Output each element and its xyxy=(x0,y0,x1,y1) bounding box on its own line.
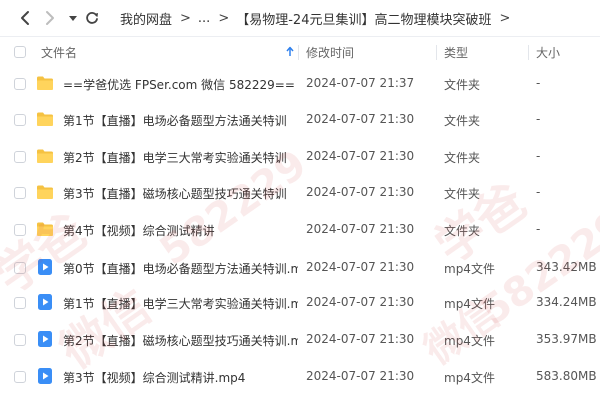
file-modified-time: 2024-07-07 21:30 xyxy=(306,369,415,383)
file-size: 353.97MB xyxy=(536,332,597,346)
folder-icon xyxy=(37,222,53,236)
file-type: mp4文件 xyxy=(444,334,495,348)
file-name[interactable]: 第0节【直播】电场必备题型方法通关特训.m... xyxy=(63,260,298,277)
file-modified-time: 2024-07-07 21:30 xyxy=(306,332,415,346)
video-file-icon xyxy=(38,294,52,310)
refresh-icon xyxy=(86,12,98,24)
file-modified-time: 2024-07-07 21:30 xyxy=(306,185,415,199)
file-type: mp4文件 xyxy=(444,262,495,276)
row-checkbox[interactable] xyxy=(14,297,26,309)
folder-icon xyxy=(37,112,53,126)
file-size: - xyxy=(536,185,541,199)
refresh-button[interactable] xyxy=(81,6,103,30)
file-row[interactable]: 第2节【直播】电学三大常考实验通关特训 2024-07-07 21:30 文件夹… xyxy=(0,139,600,175)
select-all-checkbox[interactable] xyxy=(14,46,26,58)
breadcrumb-separator: > xyxy=(218,10,230,26)
video-file-icon xyxy=(38,368,52,384)
file-size: - xyxy=(536,149,541,163)
file-type: 文件夹 xyxy=(444,187,481,201)
row-checkbox[interactable] xyxy=(14,371,26,383)
file-size: - xyxy=(536,112,541,126)
breadcrumb-ellipsis[interactable]: ... xyxy=(198,11,210,26)
column-header-time[interactable]: 修改时间 xyxy=(306,44,354,61)
video-file-icon xyxy=(38,331,52,347)
back-button[interactable] xyxy=(14,6,36,30)
file-row[interactable]: 第1节【直播】电场必备题型方法通关特训 2024-07-07 21:30 文件夹… xyxy=(0,102,600,138)
file-name[interactable]: 第2节【直播】磁场核心题型技巧通关特训.m... xyxy=(63,332,298,349)
breadcrumb-root[interactable]: 我的网盘 xyxy=(120,9,172,28)
file-modified-time: 2024-07-07 21:30 xyxy=(306,222,415,236)
row-checkbox[interactable] xyxy=(14,334,26,346)
file-row[interactable]: 第4节【视频】综合测试精讲 2024-07-07 21:30 文件夹 - xyxy=(0,212,600,248)
row-checkbox[interactable] xyxy=(14,114,26,126)
file-name[interactable]: 第2节【直播】电学三大常考实验通关特训 xyxy=(63,149,298,166)
row-checkbox[interactable] xyxy=(14,151,26,163)
folder-icon xyxy=(37,185,53,199)
forward-button[interactable] xyxy=(39,6,61,30)
file-name[interactable]: 第3节【视频】综合测试精讲.mp4 xyxy=(63,369,298,386)
file-type: 文件夹 xyxy=(444,114,481,128)
folder-icon xyxy=(37,76,53,90)
file-name[interactable]: 第3节【直播】磁场核心题型技巧通关特训 xyxy=(63,185,298,202)
column-header-name[interactable]: 文件名 xyxy=(41,44,77,61)
file-size: 583.80MB xyxy=(536,369,597,383)
column-header-size[interactable]: 大小 xyxy=(536,44,560,61)
sort-up-arrow-icon[interactable] xyxy=(286,46,294,57)
file-row[interactable]: 第1节【直播】电学三大常考实验通关特训.m... 2024-07-07 21:3… xyxy=(0,285,600,321)
column-header-type[interactable]: 类型 xyxy=(444,44,468,61)
file-modified-time: 2024-07-07 21:30 xyxy=(306,295,415,309)
column-divider[interactable] xyxy=(436,45,437,60)
file-type: mp4文件 xyxy=(444,297,495,311)
breadcrumb-separator: > xyxy=(180,10,191,26)
video-file-icon xyxy=(38,259,52,275)
chevron-left-icon xyxy=(21,11,29,25)
file-size: - xyxy=(536,222,541,236)
navigation-bar: 我的网盘 > ... > 【易物理-24元旦集训】高二物理模块突破班 > xyxy=(0,0,600,36)
file-row[interactable]: 第2节【直播】磁场核心题型技巧通关特训.m... 2024-07-07 21:3… xyxy=(0,322,600,358)
row-checkbox[interactable] xyxy=(14,78,26,90)
file-modified-time: 2024-07-07 21:37 xyxy=(306,76,415,90)
file-size: - xyxy=(536,76,541,90)
row-checkbox[interactable] xyxy=(14,224,26,236)
file-modified-time: 2024-07-07 21:30 xyxy=(306,260,415,274)
file-modified-time: 2024-07-07 21:30 xyxy=(306,112,415,126)
file-row[interactable]: 第3节【直播】磁场核心题型技巧通关特训 2024-07-07 21:30 文件夹… xyxy=(0,175,600,211)
breadcrumb-separator: > xyxy=(499,10,511,26)
column-divider[interactable] xyxy=(528,45,529,60)
file-type: 文件夹 xyxy=(444,151,481,165)
breadcrumb-current-folder[interactable]: 【易物理-24元旦集训】高二物理模块突破班 xyxy=(236,9,491,28)
file-row[interactable]: 第0节【直播】电场必备题型方法通关特训.m... 2024-07-07 21:3… xyxy=(0,250,600,286)
file-modified-time: 2024-07-07 21:30 xyxy=(306,149,415,163)
file-row[interactable]: ==学爸优选 FPSer.com 微信 582229== 2024-07-07 … xyxy=(0,66,600,102)
file-list-header: 文件名 修改时间 类型 大小 xyxy=(0,36,600,67)
row-checkbox[interactable] xyxy=(14,187,26,199)
row-checkbox[interactable] xyxy=(14,262,26,274)
file-name[interactable]: 第1节【直播】电学三大常考实验通关特训.m... xyxy=(63,295,298,312)
file-type: 文件夹 xyxy=(444,78,481,92)
file-size: 343.42MB xyxy=(536,260,597,274)
file-name[interactable]: 第1节【直播】电场必备题型方法通关特训 xyxy=(63,112,298,129)
column-divider[interactable] xyxy=(298,45,299,60)
breadcrumb: 我的网盘 > ... > 【易物理-24元旦集训】高二物理模块突破班 > xyxy=(120,9,517,28)
chevron-right-icon xyxy=(46,11,54,25)
file-type: mp4文件 xyxy=(444,371,495,385)
file-name[interactable]: ==学爸优选 FPSer.com 微信 582229== xyxy=(63,76,298,93)
file-size: 334.24MB xyxy=(536,295,597,309)
file-row[interactable]: 第3节【视频】综合测试精讲.mp4 2024-07-07 21:30 mp4文件… xyxy=(0,359,600,395)
file-name[interactable]: 第4节【视频】综合测试精讲 xyxy=(63,222,298,239)
file-type: 文件夹 xyxy=(444,224,481,238)
caret-down-icon xyxy=(69,16,77,21)
folder-icon xyxy=(37,149,53,163)
